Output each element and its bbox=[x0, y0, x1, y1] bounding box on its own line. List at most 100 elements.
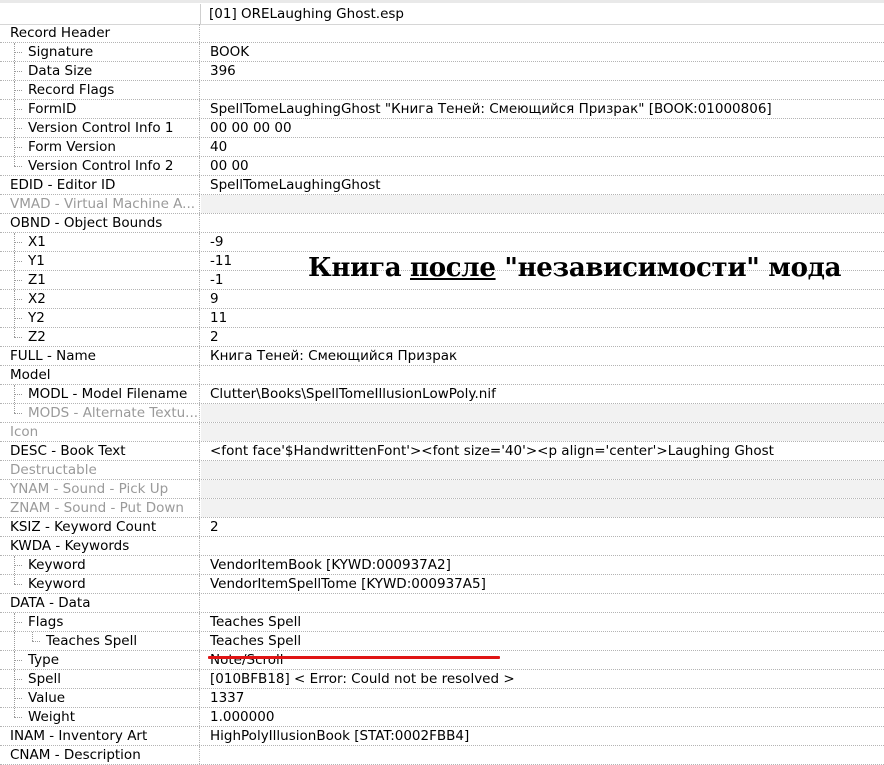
field-value-cell[interactable]: Книга Теней: Смеющийся Призрак bbox=[201, 347, 884, 365]
tree-row[interactable]: MODL - Model Filename Clutter\Books\Spell… bbox=[0, 385, 884, 404]
field-name-cell[interactable]: Record Header bbox=[0, 24, 200, 42]
field-name-cell[interactable]: KWDA - Keywords bbox=[0, 537, 200, 555]
field-value-cell[interactable]: <font face'$HandwrittenFont'><font size=… bbox=[201, 442, 884, 460]
tree-row[interactable]: Value 1337 bbox=[0, 689, 884, 708]
tree-row[interactable]: Form Version 40 bbox=[0, 138, 884, 157]
field-value-cell[interactable] bbox=[201, 594, 884, 612]
field-name-cell[interactable]: Signature bbox=[0, 43, 200, 61]
tree-row[interactable]: DESC - Book Text <font face'$HandwrittenF… bbox=[0, 442, 884, 461]
tree-row[interactable]: ZNAM - Sound - Put Down bbox=[0, 499, 884, 518]
field-value-cell[interactable] bbox=[201, 480, 884, 498]
field-name-cell[interactable]: X2 bbox=[0, 290, 200, 308]
field-value-cell[interactable]: 40 bbox=[201, 138, 884, 156]
tree-row[interactable]: X1 -9 bbox=[0, 233, 884, 252]
field-name-cell[interactable]: DATA - Data bbox=[0, 594, 200, 612]
field-value-cell[interactable]: 11 bbox=[201, 309, 884, 327]
tree-row[interactable]: Spell [010BFB18] < Error: Could not be re… bbox=[0, 670, 884, 689]
field-value-cell[interactable] bbox=[201, 214, 884, 232]
field-name-cell[interactable]: Type bbox=[0, 651, 200, 669]
field-name-cell[interactable]: X1 bbox=[0, 233, 200, 251]
field-value-cell[interactable]: 00 00 00 00 bbox=[201, 119, 884, 137]
field-value-cell[interactable]: HighPolyIllusionBook [STAT:0002FBB4] bbox=[201, 727, 884, 745]
field-value-cell[interactable] bbox=[201, 366, 884, 384]
field-name-cell[interactable]: Model bbox=[0, 366, 200, 384]
tree-row[interactable]: Type Note/Scroll bbox=[0, 651, 884, 670]
field-name-cell[interactable]: Value bbox=[0, 689, 200, 707]
field-value-cell[interactable]: Note/Scroll bbox=[201, 651, 884, 669]
field-value-cell[interactable] bbox=[201, 423, 884, 441]
field-value-cell[interactable] bbox=[201, 404, 884, 422]
field-value-cell[interactable] bbox=[201, 746, 884, 764]
field-name-cell[interactable]: Version Control Info 1 bbox=[0, 119, 200, 137]
tree-row[interactable]: Model bbox=[0, 366, 884, 385]
field-value-cell[interactable]: 9 bbox=[201, 290, 884, 308]
tree-row[interactable]: VMAD - Virtual Machine A... bbox=[0, 195, 884, 214]
tree-row[interactable]: OBND - Object Bounds bbox=[0, 214, 884, 233]
tree-row[interactable]: FULL - Name Книга Теней: Смеющийся Призра… bbox=[0, 347, 884, 366]
field-name-cell[interactable]: Y2 bbox=[0, 309, 200, 327]
tree-row[interactable]: Version Control Info 2 00 00 bbox=[0, 157, 884, 176]
field-name-cell[interactable]: INAM - Inventory Art bbox=[0, 727, 200, 745]
field-name-cell[interactable]: Icon bbox=[0, 423, 200, 441]
field-value-cell[interactable]: Teaches Spell bbox=[201, 613, 884, 631]
tree-row[interactable]: Weight 1.000000 bbox=[0, 708, 884, 727]
field-name-cell[interactable]: VMAD - Virtual Machine A... bbox=[0, 195, 200, 213]
field-value-cell[interactable]: Teaches Spell bbox=[201, 632, 884, 650]
tree-row[interactable]: KWDA - Keywords bbox=[0, 537, 884, 556]
field-name-cell[interactable]: Destructable bbox=[0, 461, 200, 479]
field-value-cell[interactable] bbox=[201, 24, 884, 42]
field-name-cell[interactable]: MODL - Model Filename bbox=[0, 385, 200, 403]
field-value-cell[interactable]: SpellTomeLaughingGhost "Книга Теней: Сме… bbox=[201, 100, 884, 118]
tree-row[interactable]: Record Header bbox=[0, 24, 884, 43]
field-name-cell[interactable]: EDID - Editor ID bbox=[0, 176, 200, 194]
field-name-cell[interactable]: Weight bbox=[0, 708, 200, 726]
field-name-cell[interactable]: Keyword bbox=[0, 556, 200, 574]
field-name-cell[interactable]: Teaches Spell bbox=[0, 632, 200, 650]
field-name-cell[interactable]: FormID bbox=[0, 100, 200, 118]
field-value-cell[interactable] bbox=[201, 195, 884, 213]
tree-row[interactable]: YNAM - Sound - Pick Up bbox=[0, 480, 884, 499]
tree-row[interactable]: FormID SpellTomeLaughingGhost "Книга Тене… bbox=[0, 100, 884, 119]
tree-row[interactable]: Z2 2 bbox=[0, 328, 884, 347]
field-value-cell[interactable]: 2 bbox=[201, 518, 884, 536]
field-name-cell[interactable]: YNAM - Sound - Pick Up bbox=[0, 480, 200, 498]
tree-row[interactable]: INAM - Inventory Art HighPolyIllusionBook… bbox=[0, 727, 884, 746]
field-name-cell[interactable]: Data Size bbox=[0, 62, 200, 80]
field-value-cell[interactable] bbox=[201, 537, 884, 555]
tree-row[interactable]: MODS - Alternate Textu... bbox=[0, 404, 884, 423]
field-name-cell[interactable]: Record Flags bbox=[0, 81, 200, 99]
field-value-cell[interactable] bbox=[201, 81, 884, 99]
tree-row[interactable]: Keyword VendorItemSpellTome [KYWD:000937A… bbox=[0, 575, 884, 594]
tree-row[interactable]: Version Control Info 1 00 00 00 00 bbox=[0, 119, 884, 138]
field-name-cell[interactable]: MODS - Alternate Textu... bbox=[0, 404, 200, 422]
field-name-cell[interactable]: FULL - Name bbox=[0, 347, 200, 365]
field-name-cell[interactable]: Z2 bbox=[0, 328, 200, 346]
field-value-cell[interactable]: 1337 bbox=[201, 689, 884, 707]
tree-row[interactable]: X2 9 bbox=[0, 290, 884, 309]
field-value-cell[interactable]: 2 bbox=[201, 328, 884, 346]
field-name-cell[interactable]: Spell bbox=[0, 670, 200, 688]
field-name-cell[interactable]: Y1 bbox=[0, 252, 200, 270]
tree-row[interactable]: CNAM - Description bbox=[0, 746, 884, 765]
field-value-cell[interactable]: [010BFB18] < Error: Could not be resolve… bbox=[201, 670, 884, 688]
tree-row[interactable]: Icon bbox=[0, 423, 884, 442]
field-name-cell[interactable]: Form Version bbox=[0, 138, 200, 156]
field-value-cell[interactable]: BOOK bbox=[201, 43, 884, 61]
tree-row[interactable]: Record Flags bbox=[0, 81, 884, 100]
tree-row[interactable]: Y2 11 bbox=[0, 309, 884, 328]
tree-row[interactable]: Keyword VendorItemBook [KYWD:000937A2] bbox=[0, 556, 884, 575]
field-name-cell[interactable]: Z1 bbox=[0, 271, 200, 289]
field-name-cell[interactable]: CNAM - Description bbox=[0, 746, 200, 764]
field-value-cell[interactable]: VendorItemSpellTome [KYWD:000937A5] bbox=[201, 575, 884, 593]
tree-row[interactable]: KSIZ - Keyword Count 2 bbox=[0, 518, 884, 537]
field-value-cell[interactable]: VendorItemBook [KYWD:000937A2] bbox=[201, 556, 884, 574]
field-value-cell[interactable]: -9 bbox=[201, 233, 884, 251]
column-header-title[interactable]: [01] ORELaughing Ghost.esp bbox=[200, 4, 884, 24]
field-value-cell[interactable]: Clutter\Books\SpellTomeIllusionLowPoly.n… bbox=[201, 385, 884, 403]
field-name-cell[interactable]: Version Control Info 2 bbox=[0, 157, 200, 175]
tree-row[interactable]: EDID - Editor ID SpellTomeLaughingGhost bbox=[0, 176, 884, 195]
field-name-cell[interactable]: Keyword bbox=[0, 575, 200, 593]
field-name-cell[interactable]: OBND - Object Bounds bbox=[0, 214, 200, 232]
tree-row[interactable]: Data Size 396 bbox=[0, 62, 884, 81]
tree-row[interactable]: DATA - Data bbox=[0, 594, 884, 613]
